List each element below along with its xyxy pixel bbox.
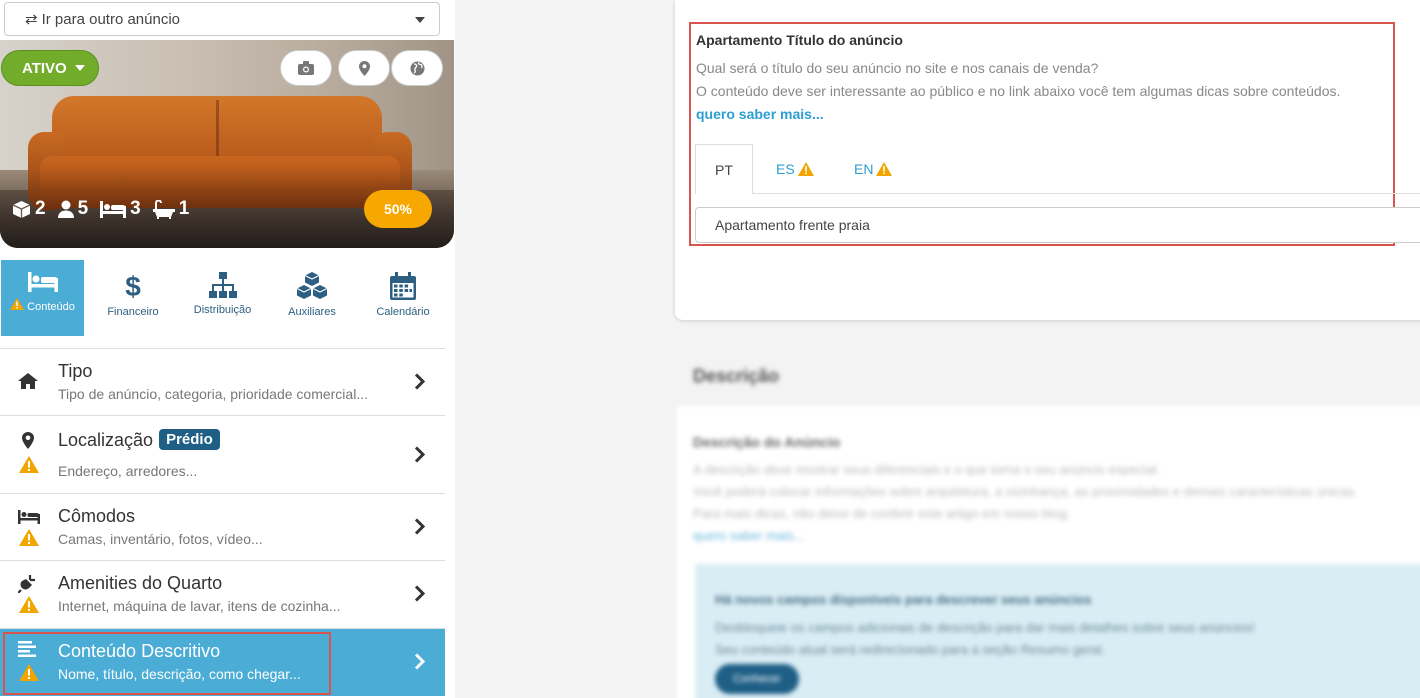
chevron-right-icon xyxy=(414,446,425,463)
tab-financeiro[interactable]: $ Financeiro xyxy=(92,260,174,336)
baths-stat: 1 xyxy=(152,198,190,220)
beds-count: 3 xyxy=(130,198,141,219)
menu-item-subtitle: Internet, máquina de lavar, itens de coz… xyxy=(58,598,341,614)
cubes-icon xyxy=(296,272,328,299)
map-marker-icon xyxy=(358,60,370,76)
rooms-count: 2 xyxy=(35,198,46,219)
help-text: Para mais dicas, não deixe de conferir e… xyxy=(693,506,1071,521)
status-dropdown[interactable]: ATIVO xyxy=(1,50,99,86)
warning-icon xyxy=(797,162,814,176)
tab-calendario[interactable]: Calendário xyxy=(362,260,444,336)
swap-icon: ⇄ xyxy=(25,11,38,28)
listing-selector[interactable]: ⇄ Ir para outro anúncio xyxy=(4,2,440,36)
map-marker-icon xyxy=(22,432,34,449)
menu-item-localizacao[interactable]: Localização Prédio Endereço, arredores... xyxy=(0,415,445,493)
menu-item-title: Amenities do Quarto xyxy=(58,573,223,593)
menu-item-comodos[interactable]: Cômodos Camas, inventário, fotos, vídeo.… xyxy=(0,493,445,560)
tab-label: ES xyxy=(776,161,795,177)
warning-icon xyxy=(19,456,39,473)
help-text: A descrição deve mostrar seus diferencia… xyxy=(693,462,1160,477)
help-text: Qual será o título do seu anúncio no sit… xyxy=(696,60,1099,76)
bed-icon xyxy=(100,200,127,218)
tab-auxiliares-label: Auxiliares xyxy=(288,306,336,318)
left-panel: ⇄ Ir para outro anúncio ATIVO 2 5 3 1 50… xyxy=(0,0,455,698)
sitemap-icon xyxy=(208,272,237,298)
menu-item-subtitle: Endereço, arredores... xyxy=(58,463,198,479)
description-field-label: Descrição do Anúncio xyxy=(693,434,841,450)
calendar-icon xyxy=(390,272,416,300)
help-text: Você poderá colocar informações sobre ar… xyxy=(693,484,1358,499)
info-title: Há novos campos disponíveis para descrev… xyxy=(715,592,1092,607)
dollar-icon: $ xyxy=(125,272,141,300)
bathtub-icon xyxy=(152,199,175,219)
chevron-right-icon xyxy=(414,653,425,670)
website-button[interactable] xyxy=(391,50,443,86)
guests-count: 5 xyxy=(77,198,89,219)
tab-underline xyxy=(753,193,1420,194)
tab-calendario-label: Calendário xyxy=(376,306,430,318)
tab-label: EN xyxy=(854,161,874,177)
tab-distribuicao-label: Distribuição xyxy=(193,304,252,316)
tab-lang-es[interactable]: ES xyxy=(776,144,814,194)
main-tabs: Conteúdo $ Financeiro Distribuição Auxil… xyxy=(0,258,445,336)
user-icon xyxy=(57,200,74,218)
cube-icon xyxy=(12,200,31,218)
listing-stats: 2 5 3 1 xyxy=(12,198,189,220)
menu-item-title: Cômodos xyxy=(58,506,136,526)
menu-item-subtitle: Camas, inventário, fotos, vídeo... xyxy=(58,531,263,547)
globe-icon xyxy=(410,61,424,75)
status-label: ATIVO xyxy=(22,59,67,77)
tab-distribuicao[interactable]: Distribuição xyxy=(180,260,265,336)
beds-stat: 3 xyxy=(100,198,141,220)
chevron-right-icon xyxy=(414,373,425,390)
tab-conteudo[interactable]: Conteúdo xyxy=(1,260,84,336)
menu-item-subtitle: Tipo de anúncio, categoria, prioridade c… xyxy=(58,386,368,402)
highlight-box xyxy=(3,632,331,695)
menu-item-title: Tipo xyxy=(58,361,93,381)
completion-badge: 50% xyxy=(364,190,432,228)
photos-button[interactable] xyxy=(280,50,332,86)
menu-item-tipo[interactable]: Tipo Tipo de anúncio, categoria, priorid… xyxy=(0,348,445,415)
caret-down-icon xyxy=(415,17,425,23)
bed-icon xyxy=(27,272,58,292)
learn-more-link[interactable]: quero saber mais... xyxy=(696,106,824,122)
help-text: O conteúdo deve ser interessante ao públ… xyxy=(696,83,1341,99)
tab-financeiro-label: Financeiro xyxy=(107,306,159,318)
learn-more-link[interactable]: quero saber mais... xyxy=(693,528,804,543)
info-box: Há novos campos disponíveis para descrev… xyxy=(695,564,1420,698)
tab-lang-pt[interactable]: PT xyxy=(695,144,753,194)
menu-item-amenities[interactable]: Amenities do Quarto Internet, máquina de… xyxy=(0,560,445,628)
listing-selector-label: Ir para outro anúncio xyxy=(41,10,180,28)
warning-icon xyxy=(10,298,25,310)
listing-title-input[interactable]: Apartamento frente praia xyxy=(695,207,1420,243)
home-icon xyxy=(18,373,38,389)
location-button[interactable] xyxy=(338,50,390,86)
tab-conteudo-label: Conteúdo xyxy=(27,301,75,313)
tab-lang-en[interactable]: EN xyxy=(854,144,893,194)
warning-icon xyxy=(876,162,893,176)
chevron-right-icon xyxy=(414,585,425,602)
rooms-stat: 2 xyxy=(12,198,46,220)
info-text: Seu conteúdo atual será redirecionado pa… xyxy=(715,642,1106,657)
building-badge: Prédio xyxy=(159,429,220,450)
chevron-right-icon xyxy=(414,518,425,535)
tab-auxiliares[interactable]: Auxiliares xyxy=(272,260,352,336)
description-section: Descrição Descrição do Anúncio A descriç… xyxy=(677,336,1420,698)
title-field-label: Apartamento Título do anúncio xyxy=(696,32,903,48)
camera-icon xyxy=(298,61,314,75)
baths-count: 1 xyxy=(178,198,190,219)
warning-icon xyxy=(19,529,39,546)
info-text: Desbloqueie os campos adicionais de desc… xyxy=(715,620,1255,635)
tab-label: PT xyxy=(715,161,733,178)
unlock-button[interactable]: Conhecer xyxy=(715,664,799,694)
menu-item-title: Localização Prédio xyxy=(58,429,220,451)
bed-icon xyxy=(18,510,40,524)
svg-text:$: $ xyxy=(125,272,141,300)
warning-icon xyxy=(19,596,39,613)
guests-stat: 5 xyxy=(57,198,89,220)
plug-icon xyxy=(18,575,35,593)
caret-down-icon xyxy=(74,65,85,71)
description-heading: Descrição xyxy=(693,366,780,386)
